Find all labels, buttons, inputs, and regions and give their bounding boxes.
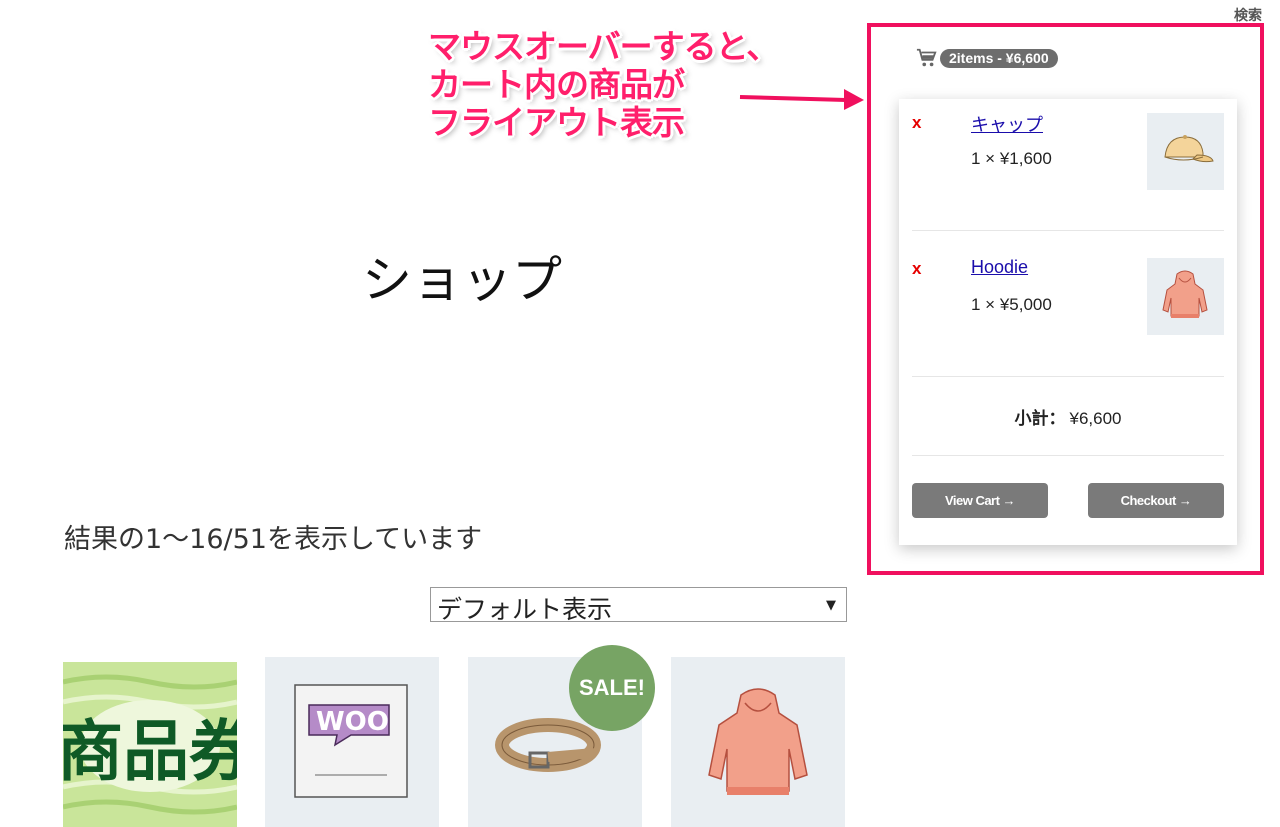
- checkout-button[interactable]: Checkout →: [1088, 483, 1224, 518]
- cart-item-quantity: 1 × ¥1,600: [971, 149, 1052, 168]
- remove-item-icon[interactable]: x: [912, 259, 921, 279]
- subtotal-label: 小計：: [1014, 409, 1066, 428]
- page-title: ショップ: [362, 251, 562, 309]
- arrow-icon: [739, 89, 864, 110]
- product-card[interactable]: [671, 657, 845, 827]
- annotation-line: マウスオーバーすると、: [428, 27, 779, 66]
- divider: [912, 376, 1224, 377]
- cart-count-badge: 2items - ¥6,600: [940, 48, 1058, 68]
- cart-item-quantity: 1 × ¥5,000: [971, 295, 1052, 314]
- hoodie-icon: [1162, 270, 1208, 318]
- divider: [912, 455, 1224, 456]
- product-card-art-label: WOO: [316, 707, 389, 737]
- orderby-select[interactable]: デフォルト表示 ▼: [430, 587, 847, 624]
- cart-item-link[interactable]: キャップ: [971, 111, 1043, 137]
- orderby-selected: デフォルト表示: [437, 595, 613, 624]
- subtotal: 小計： ¥6,600: [899, 404, 1237, 429]
- cart-item-link[interactable]: Hoodie: [971, 257, 1028, 278]
- mini-cart-flyout: x キャップ 1 × ¥1,600 x Hoodie 1 × ¥5,000 小計…: [899, 99, 1237, 545]
- cart-icon: [916, 48, 937, 67]
- result-count: 結果の1〜16/51を表示しています: [64, 524, 483, 555]
- sale-badge: SALE!: [569, 645, 655, 731]
- view-cart-button[interactable]: View Cart →: [912, 483, 1048, 518]
- product-card-art-label: 商品券: [63, 713, 237, 790]
- annotation-line: カート内の商品が: [428, 65, 685, 104]
- cart-item-thumbnail[interactable]: [1147, 113, 1224, 190]
- subtotal-value: ¥6,600: [1069, 409, 1122, 428]
- annotation-callout: マウスオーバーすると、 カート内の商品が フライアウト表示: [428, 27, 779, 142]
- cap-icon: [1164, 135, 1214, 163]
- mini-cart-toggle[interactable]: 2items - ¥6,600: [916, 47, 1058, 69]
- remove-item-icon[interactable]: x: [912, 113, 921, 133]
- product-card[interactable]: WOO: [265, 657, 439, 827]
- cart-item: x キャップ 1 × ¥1,600: [899, 99, 1237, 219]
- cart-item: x Hoodie 1 × ¥5,000: [899, 245, 1237, 365]
- product-card[interactable]: 商品券: [63, 662, 237, 827]
- divider: [912, 230, 1224, 231]
- gift-voucher-icon: 商品券: [63, 662, 237, 827]
- woo-album-icon: WOO: [294, 684, 408, 798]
- hoodie-icon: [708, 688, 808, 795]
- cart-item-thumbnail[interactable]: [1147, 258, 1224, 335]
- search-link[interactable]: 検索: [1234, 5, 1262, 25]
- dropdown-arrow-icon: ▼: [826, 598, 836, 613]
- annotation-line: フライアウト表示: [428, 103, 685, 142]
